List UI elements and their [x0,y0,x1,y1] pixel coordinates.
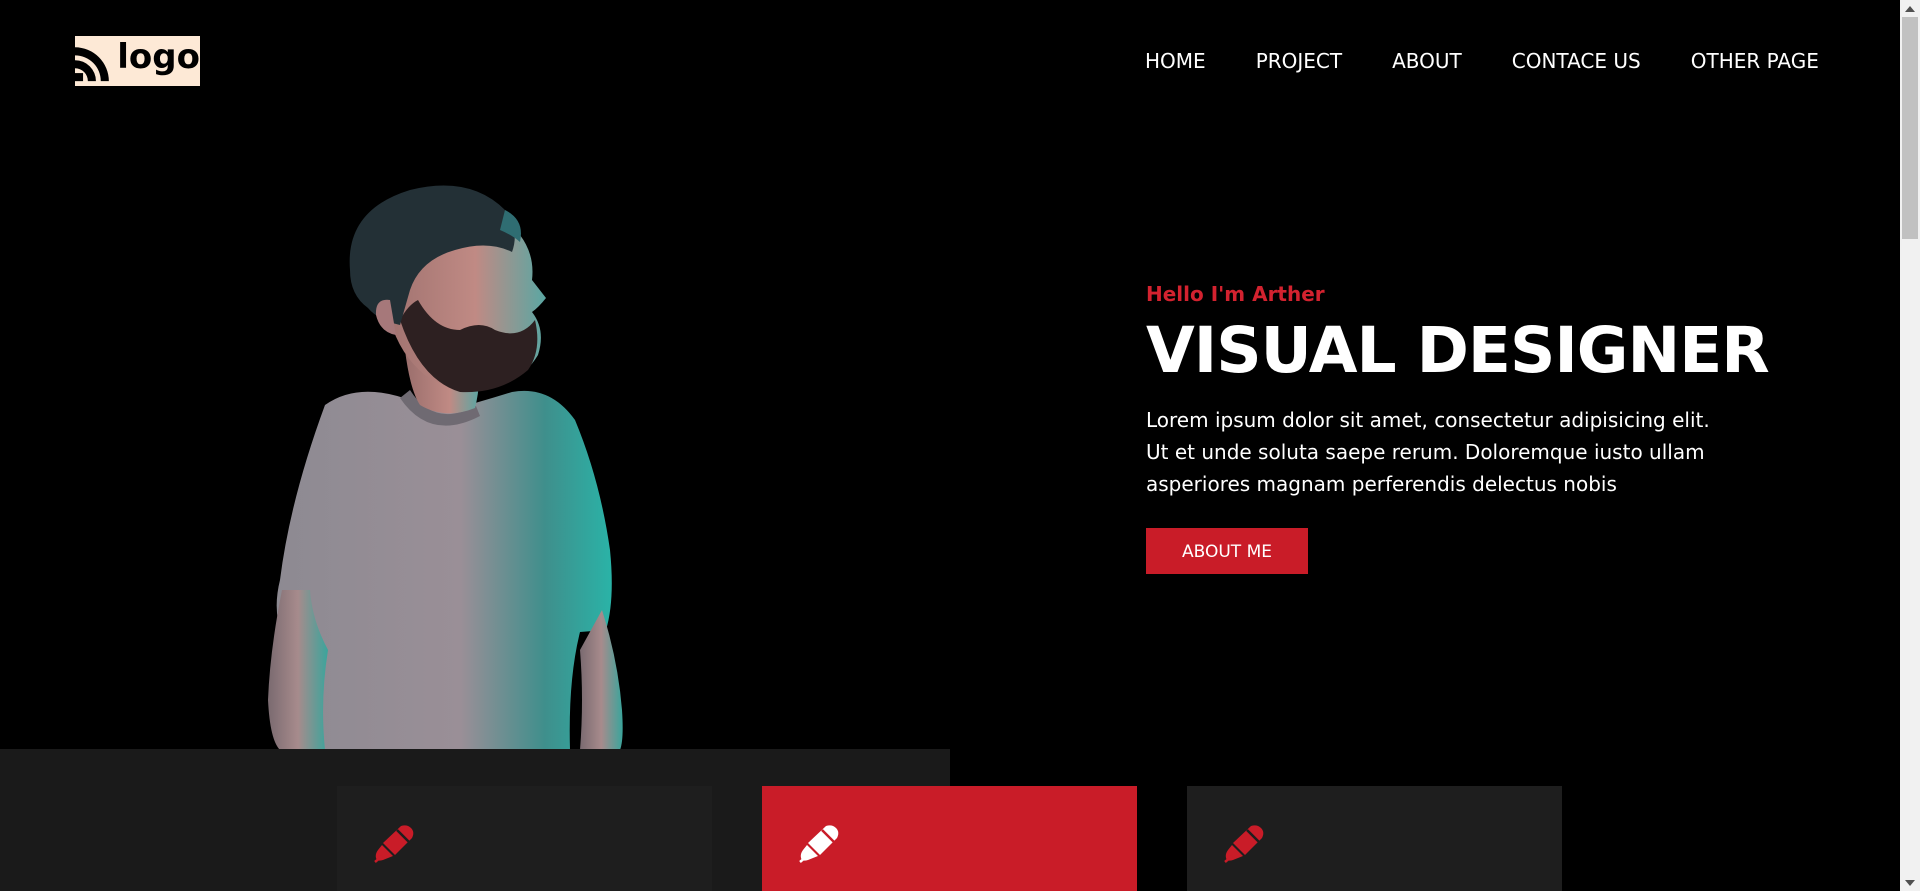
scroll-up-arrow-icon[interactable] [1900,0,1920,17]
pen-icon [374,825,414,863]
service-card-1[interactable] [337,786,712,891]
about-me-button[interactable]: ABOUT ME [1146,528,1308,575]
nav-about[interactable]: ABOUT [1392,49,1462,73]
service-card-2[interactable] [762,786,1137,891]
scrollbar-thumb[interactable] [1902,17,1918,239]
main-nav: HOME PROJECT ABOUT CONTACE US OTHER PAGE [1145,49,1819,73]
vertical-scrollbar[interactable] [1900,0,1920,891]
hero-portrait-image [268,185,623,750]
page: logo HOME PROJECT ABOUT CONTACE US OTHER… [0,0,1920,891]
rss-logo-icon [75,40,116,82]
hero-greeting: Hello I'm Arther [1146,282,1325,306]
nav-home[interactable]: HOME [1145,49,1206,73]
scroll-down-arrow-icon[interactable] [1900,874,1920,891]
logo-text: logo [117,37,200,77]
hero-title: VISUAL DESIGNER [1146,314,1770,387]
pen-icon [1224,825,1264,863]
hero-description: Lorem ipsum dolor sit amet, consectetur … [1146,408,1710,497]
nav-project[interactable]: PROJECT [1256,49,1342,73]
nav-other-page[interactable]: OTHER PAGE [1691,49,1819,73]
pen-icon [799,825,839,863]
nav-contact[interactable]: CONTACE US [1512,49,1641,73]
logo[interactable]: logo [75,36,200,86]
service-card-3[interactable] [1187,786,1562,891]
hero-text: Hello I'm Arther VISUAL DESIGNER Lorem i… [1146,282,1770,575]
